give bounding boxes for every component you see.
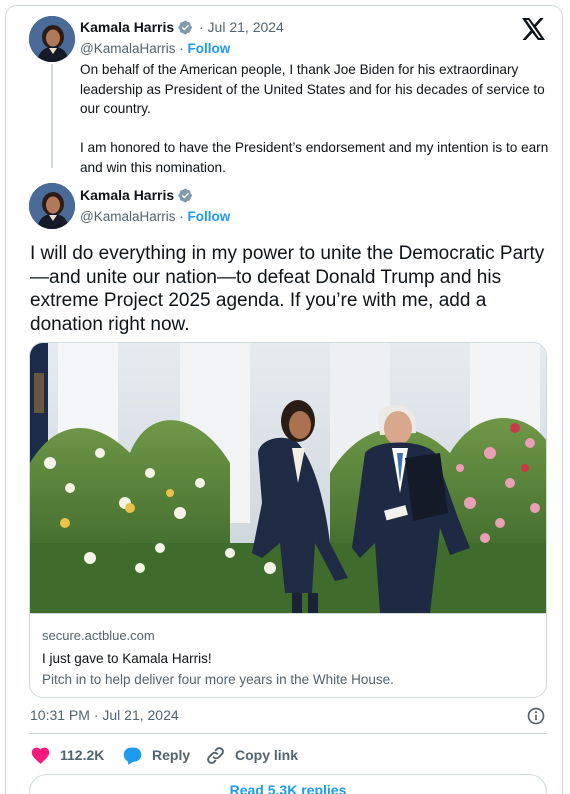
link-preview-card[interactable]: secure.actblue.com I just gave to Kamala… [29, 342, 547, 698]
link-preview-image [30, 343, 546, 613]
reply-button[interactable]: Reply [122, 744, 190, 766]
heart-icon [31, 747, 50, 764]
tweet-paragraph: On behalf of the American people, I than… [80, 62, 545, 116]
read-replies-label: Read 5.3K replies [229, 782, 347, 794]
author-name[interactable]: Kamala Harris [80, 187, 174, 203]
link-preview-meta: secure.actblue.com I just gave to Kamala… [30, 613, 546, 697]
copy-link-label: Copy link [235, 747, 299, 763]
divider [29, 733, 547, 734]
handle-separator: · [179, 41, 184, 56]
verified-badge-icon [178, 188, 192, 203]
thread-connector [51, 64, 53, 168]
verified-badge-icon [178, 20, 192, 35]
follow-button[interactable]: Follow [188, 41, 231, 56]
quoted-tweet-text: On behalf of the American people, I than… [80, 60, 550, 177]
tweet-timestamp[interactable]: 10:31 PM · Jul 21, 2024 [30, 707, 179, 723]
like-count: 112.2K [60, 747, 105, 763]
handle-separator: · [179, 209, 184, 224]
follow-button[interactable]: Follow [188, 209, 231, 224]
tweet-text: I will do everything in my power to unit… [30, 243, 545, 335]
read-replies-button[interactable]: Read 5.3K replies [29, 774, 547, 794]
x-logo-icon[interactable] [520, 16, 548, 42]
tweet-date[interactable]: · Jul 21, 2024 [199, 19, 284, 35]
like-button[interactable]: 112.2K [30, 744, 104, 766]
link-description: Pitch in to help deliver four more years… [42, 672, 394, 687]
link-domain: secure.actblue.com [42, 628, 155, 643]
author-handle[interactable]: @KamalaHarris [80, 209, 175, 224]
author-handle[interactable]: @KamalaHarris [80, 41, 175, 56]
link-icon [207, 746, 224, 764]
link-title: I just gave to Kamala Harris! [42, 651, 212, 666]
tweet-paragraph: I am honored to have the President’s end… [80, 140, 549, 175]
reply-icon [123, 747, 142, 765]
copy-link-button[interactable]: Copy link [205, 744, 298, 766]
info-icon[interactable] [526, 706, 546, 726]
author-name[interactable]: Kamala Harris [80, 19, 174, 35]
reply-label: Reply [152, 747, 191, 763]
avatar[interactable] [29, 16, 75, 62]
avatar[interactable] [29, 183, 75, 229]
